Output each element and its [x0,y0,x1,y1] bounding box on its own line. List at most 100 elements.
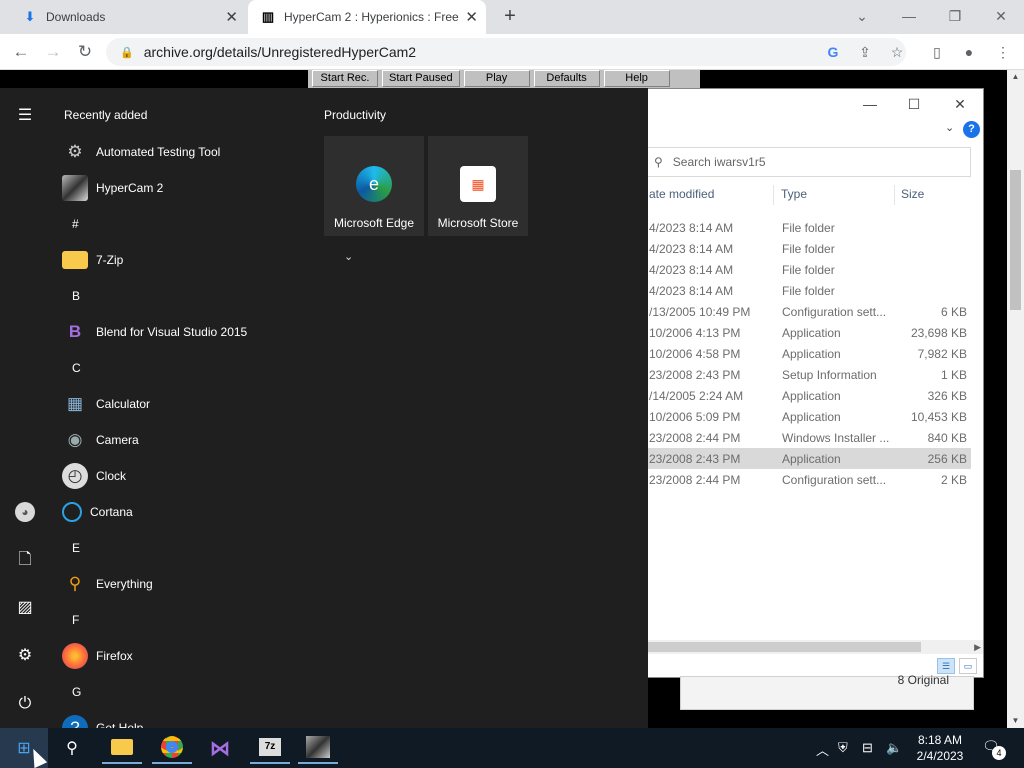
section-letter[interactable]: # [72,217,79,231]
file-row[interactable]: 10/2006 4:13 PM Application 23,698 KB [601,322,971,343]
start-paused-button[interactable]: Start Paused [382,70,460,87]
bookmark-star-icon[interactable]: ☆ [888,43,906,61]
file-size: 7,982 KB [917,347,967,361]
app-item[interactable]: ⚙ Automated Testing Tool [62,136,302,168]
help-icon[interactable]: ? [963,121,980,138]
defaults-button[interactable]: Defaults [533,70,600,87]
scroll-right-icon[interactable]: ▶ [974,640,981,654]
taskbar-hypercam[interactable] [298,732,338,764]
new-tab-button[interactable]: + [498,5,522,29]
security-icon[interactable]: ⛨ [838,740,848,756]
section-letter[interactable]: E [72,541,80,555]
file-row[interactable]: 23/2008 2:43 PM Setup Information 1 KB [601,364,971,385]
explorer-search-input[interactable]: ⚲ Search iwarsv1r5 [645,147,971,177]
file-row[interactable]: /13/2005 10:49 PM Configuration sett... 6 … [601,301,971,322]
file-row[interactable]: 4/2023 8:14 AM File folder [601,238,971,259]
back-button[interactable]: ← [8,39,34,65]
file-size: 6 KB [940,305,967,319]
network-icon[interactable]: ⊟ [862,740,873,756]
app-item[interactable]: ◉ Camera [62,424,302,456]
section-letter[interactable]: C [72,361,81,375]
chevron-down-icon[interactable]: ⌄ [945,121,954,134]
section-letter[interactable]: F [72,613,79,627]
app-item[interactable]: ? Get Help [62,712,302,728]
tab-downloads[interactable]: ⬇ Downloads ✕ [8,0,246,34]
taskbar-file-explorer[interactable] [102,732,142,764]
documents-icon[interactable]: 🗋 [14,549,36,571]
reload-button[interactable]: ↻ [72,39,98,65]
explorer-maximize-button[interactable]: ☐ [899,93,929,115]
forward-button[interactable]: → [40,39,66,65]
hamburger-menu-icon[interactable]: ☰ [14,105,36,127]
app-item[interactable]: ▦ Calculator [62,388,302,420]
file-row[interactable]: 10/2006 4:58 PM Application 7,982 KB [601,343,971,364]
page-scrollbar[interactable]: ▲ ▼ [1007,70,1024,728]
column-divider[interactable] [773,185,774,205]
app-item[interactable]: 7-Zip [62,244,302,276]
google-icon[interactable]: G [824,43,842,61]
sidepanel-icon[interactable]: ▯ [928,43,946,61]
file-row[interactable]: 4/2023 8:14 AM File folder [601,280,971,301]
tile-microsoft-edge[interactable]: e Microsoft Edge [324,136,424,236]
app-item[interactable]: Cortana [62,496,302,528]
power-icon[interactable]: ⏻ [14,693,36,715]
app-item[interactable]: ⚲ Everything [62,568,302,600]
scroll-down-icon[interactable]: ▼ [1007,714,1024,728]
file-row[interactable]: 4/2023 8:14 AM File folder [601,259,971,280]
menu-dots-icon[interactable]: ⋮ [994,43,1012,61]
taskbar-chrome[interactable] [152,732,192,764]
details-view-icon[interactable]: ☰ [937,658,955,674]
close-tab-icon[interactable]: ✕ [465,8,478,26]
column-size[interactable]: Size [901,187,924,201]
close-window-button[interactable]: ✕ [989,5,1013,29]
profile-icon[interactable]: ● [960,43,978,61]
start-rec-button[interactable]: Start Rec. [312,70,378,87]
large-icons-view-icon[interactable]: ▭ [959,658,977,674]
column-divider[interactable] [894,185,895,205]
chevron-down-icon[interactable]: ⌄ [344,250,353,263]
chrome-icon [161,736,183,758]
taskbar-clock[interactable]: 8:18 AM 2/4/2023 [912,732,968,764]
share-icon[interactable]: ⇪ [856,43,874,61]
help-button[interactable]: Help [603,70,670,87]
file-row[interactable]: 23/2008 2:44 PM Configuration sett... 2 KB [601,469,971,490]
scroll-up-icon[interactable]: ▲ [1007,70,1024,84]
tab-hypercam[interactable]: ▥ HyperCam 2 : Hyperionics : Free ✕ [248,0,486,34]
file-row[interactable]: 23/2008 2:43 PM Application 256 KB [601,448,971,469]
settings-gear-icon[interactable]: ⚙ [14,645,36,667]
play-button[interactable]: Play [463,70,530,87]
notification-center-icon[interactable]: 🗨 4 [982,738,1006,760]
explorer-close-button[interactable]: ✕ [945,93,975,115]
explorer-minimize-button[interactable]: — [855,93,885,115]
address-bar[interactable]: 🔒 archive.org/details/UnregisteredHyperC… [106,38,906,66]
close-tab-icon[interactable]: ✕ [225,8,238,26]
taskbar-7zip[interactable]: 7z [250,732,290,764]
app-item[interactable]: Firefox [62,640,302,672]
app-item[interactable]: B Blend for Visual Studio 2015 [62,316,302,348]
file-row[interactable]: /14/2005 2:24 AM Application 326 KB [601,385,971,406]
app-item[interactable]: ◴ Clock [62,460,302,492]
column-type[interactable]: Type [781,187,807,201]
file-row[interactable]: 4/2023 8:14 AM File folder [601,217,971,238]
section-letter[interactable]: B [72,289,80,303]
taskbar-search-button[interactable]: ⚲ [52,732,92,764]
volume-icon[interactable]: 🔈 [886,740,902,756]
chevron-down-icon[interactable]: ⌄ [850,5,874,29]
pictures-icon[interactable]: ▨ [14,597,36,619]
user-avatar-icon[interactable]: ◕ [15,502,35,522]
show-hidden-icons-chevron-icon[interactable]: ︿ [816,740,829,759]
taskbar-visual-studio[interactable]: ⋈ [200,732,240,764]
productivity-heading: Productivity [324,108,387,122]
file-row[interactable]: 10/2006 5:09 PM Application 10,453 KB [601,406,971,427]
firefox-icon [62,643,88,669]
tile-microsoft-store[interactable]: ▦ Microsoft Store [428,136,528,236]
minimize-button[interactable]: — [897,5,921,29]
app-item[interactable]: HyperCam 2 [62,172,302,204]
scroll-thumb[interactable] [601,642,921,652]
horizontal-scrollbar[interactable]: ▶ [601,640,983,654]
restore-button[interactable]: ❐ [943,5,967,29]
scroll-thumb[interactable] [1010,170,1021,310]
column-date-modified[interactable]: ate modified [649,187,714,201]
section-letter[interactable]: G [72,685,81,699]
file-row[interactable]: 23/2008 2:44 PM Windows Installer ... 840 … [601,427,971,448]
